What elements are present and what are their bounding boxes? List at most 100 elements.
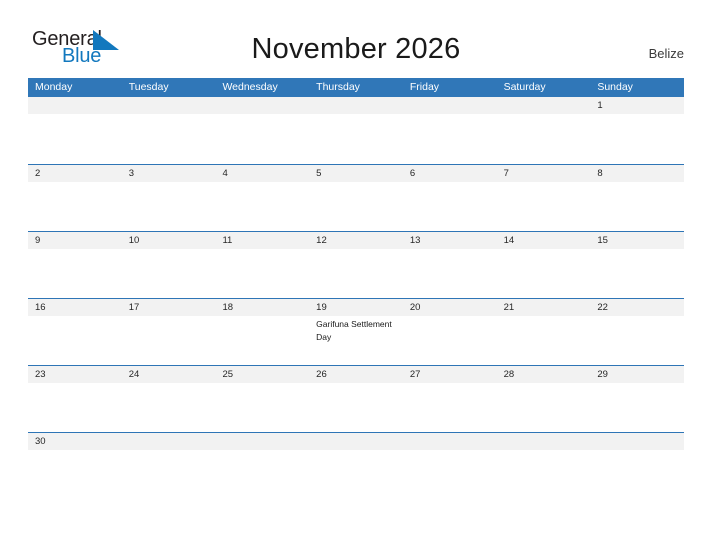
- day-number-band: 1: [28, 97, 684, 114]
- day-number: 5: [316, 168, 322, 179]
- day-cell[interactable]: 18: [215, 299, 309, 316]
- region-label: Belize: [648, 46, 684, 61]
- day-event-cell-empty: [122, 249, 216, 297]
- day-number: 7: [503, 168, 509, 179]
- day-event-cell-empty: [28, 114, 122, 162]
- day-event-cell-empty: [590, 316, 684, 364]
- day-event-cell-empty: [215, 249, 309, 297]
- day-events-band: [28, 114, 684, 162]
- day-event-cell[interactable]: Garifuna Settlement Day: [309, 316, 403, 364]
- holiday-event-label: Garifuna Settlement Day: [316, 319, 392, 342]
- day-cell[interactable]: 9: [28, 232, 122, 249]
- day-number: 26: [316, 369, 327, 380]
- day-cell-empty: [215, 97, 309, 114]
- day-cell-empty: [497, 433, 591, 450]
- day-number: 25: [222, 369, 234, 380]
- weekday-header-friday: Friday: [409, 81, 440, 93]
- day-number: 24: [128, 369, 140, 380]
- day-number: 17: [128, 302, 140, 313]
- day-cell-empty: [403, 433, 497, 450]
- day-cell[interactable]: 28: [497, 366, 591, 383]
- day-number-band: 9 10 11 12 13 14 15: [28, 232, 684, 249]
- calendar-page: General Blue November 2026 Belize Monday…: [0, 0, 712, 550]
- day-cell[interactable]: 15: [590, 232, 684, 249]
- day-cell[interactable]: 16: [28, 299, 122, 316]
- day-cell[interactable]: 27: [403, 366, 497, 383]
- day-event-cell-empty: [403, 114, 497, 162]
- day-number: 3: [128, 168, 135, 179]
- day-event-cell-empty: [497, 249, 591, 297]
- weekday-header-saturday: Saturday: [503, 81, 546, 93]
- day-number: 4: [222, 168, 228, 179]
- day-cell-empty: [215, 433, 309, 450]
- day-cell[interactable]: 12: [309, 232, 403, 249]
- day-cell[interactable]: 21: [497, 299, 591, 316]
- day-event-cell-empty: [309, 182, 403, 230]
- day-event-cell-empty: [215, 182, 309, 230]
- day-cell[interactable]: 24: [122, 366, 216, 383]
- day-cell[interactable]: 19: [309, 299, 403, 316]
- day-cell[interactable]: 11: [215, 232, 309, 249]
- day-number: 27: [409, 369, 421, 380]
- day-cell[interactable]: 13: [403, 232, 497, 249]
- calendar-week-row: 30: [28, 432, 684, 462]
- day-number-band: 23 24 25 26 27 28 29: [28, 366, 684, 383]
- day-event-cell-empty: [215, 114, 309, 162]
- day-events-band: [28, 249, 684, 297]
- day-number: 10: [128, 235, 140, 246]
- day-number: 2: [35, 168, 41, 179]
- day-cell-empty: [122, 433, 216, 450]
- day-number: 6: [409, 168, 416, 179]
- day-cell[interactable]: 30: [28, 433, 122, 450]
- day-number-band: 2 3 4 5 6 7 8: [28, 165, 684, 182]
- day-event-cell-empty: [122, 114, 216, 162]
- day-number: 22: [597, 302, 608, 313]
- day-number: 11: [222, 235, 233, 246]
- day-events-band: [28, 182, 684, 230]
- day-event-cell-empty: [28, 182, 122, 230]
- day-cell[interactable]: 17: [122, 299, 216, 316]
- day-cell[interactable]: 4: [215, 165, 309, 182]
- day-number: 19: [316, 302, 327, 313]
- day-cell[interactable]: 23: [28, 366, 122, 383]
- day-event-cell-empty: [590, 114, 684, 162]
- day-event-cell-empty: [28, 249, 122, 297]
- day-event-cell-empty: [215, 383, 309, 431]
- calendar-week-row: 2 3 4 5 6 7 8: [28, 164, 684, 231]
- day-cell[interactable]: 2: [28, 165, 122, 182]
- day-number: 28: [503, 369, 515, 380]
- day-cell[interactable]: 29: [590, 366, 684, 383]
- day-cell[interactable]: 8: [590, 165, 684, 182]
- day-cell[interactable]: 25: [215, 366, 309, 383]
- day-event-cell-empty: [497, 114, 591, 162]
- weekday-header-wednesday: Wednesday: [222, 81, 278, 93]
- day-cell-empty: [122, 97, 216, 114]
- day-cell[interactable]: 1: [590, 97, 684, 114]
- day-cell-empty: [309, 97, 403, 114]
- day-cell-empty: [497, 97, 591, 114]
- day-number: 8: [597, 168, 603, 179]
- day-event-cell-empty: [497, 316, 591, 364]
- day-event-cell-empty: [28, 383, 122, 431]
- day-event-cell-empty: [497, 383, 591, 431]
- day-number: 16: [35, 302, 46, 313]
- day-cell-empty: [590, 433, 684, 450]
- day-cell[interactable]: 6: [403, 165, 497, 182]
- day-event-cell-empty: [122, 182, 216, 230]
- day-cell[interactable]: 10: [122, 232, 216, 249]
- day-event-cell-empty: [122, 383, 216, 431]
- day-cell[interactable]: 7: [497, 165, 591, 182]
- day-cell[interactable]: 3: [122, 165, 216, 182]
- calendar-week-row: 16 17 18 19 20 21 22 Garifuna Settlement Day: [28, 298, 684, 365]
- day-number: 23: [35, 369, 46, 380]
- day-number: 30: [35, 436, 46, 447]
- day-event-cell-empty: [590, 182, 684, 230]
- day-cell[interactable]: 20: [403, 299, 497, 316]
- day-cell[interactable]: 22: [590, 299, 684, 316]
- weekday-header-thursday: Thursday: [316, 81, 360, 93]
- day-event-cell-empty: [590, 249, 684, 297]
- day-cell[interactable]: 14: [497, 232, 591, 249]
- day-cell[interactable]: 5: [309, 165, 403, 182]
- day-event-cell-empty: [403, 249, 497, 297]
- day-cell[interactable]: 26: [309, 366, 403, 383]
